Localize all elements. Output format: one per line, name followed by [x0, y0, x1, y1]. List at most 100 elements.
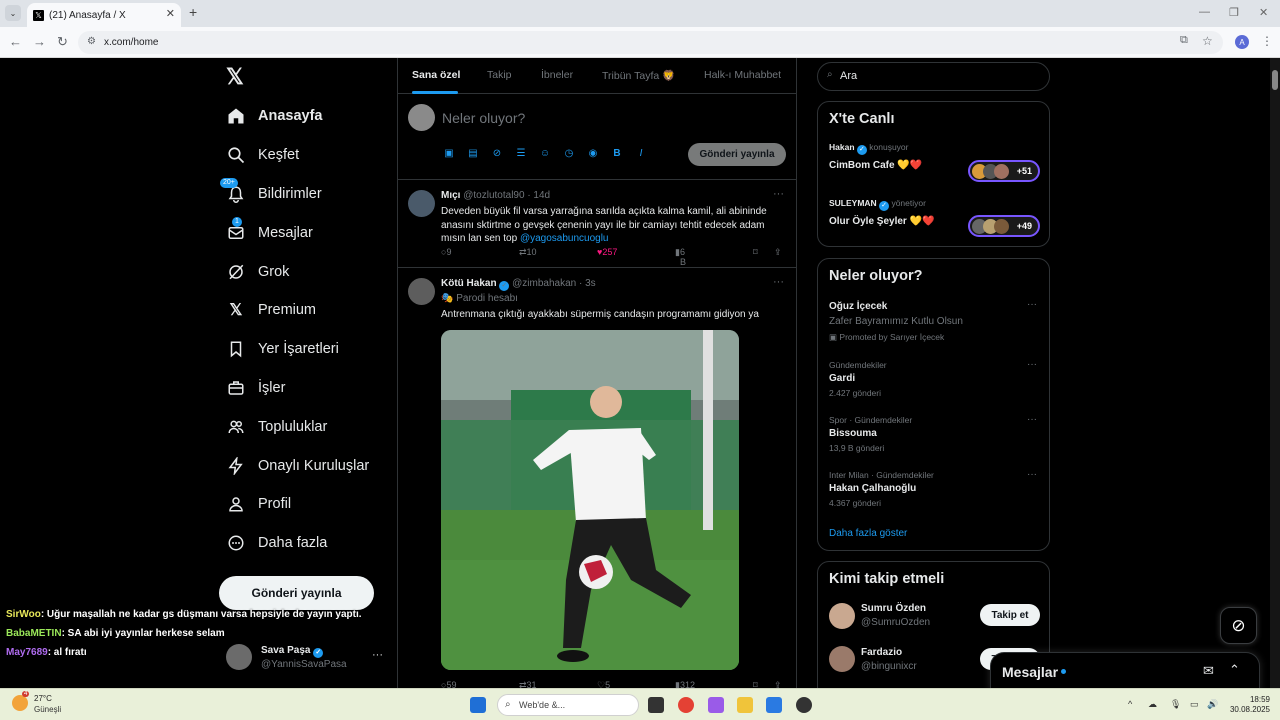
share-icon[interactable]: ⇪: [774, 247, 782, 258]
tweet-handle[interactable]: @zimbahakan: [512, 278, 576, 289]
emoji-icon[interactable]: ☺: [538, 148, 552, 159]
new-message-icon[interactable]: ✉: [1203, 663, 1214, 679]
show-more-link[interactable]: Daha fazla göster: [829, 528, 907, 539]
nav-item-bookmarks[interactable]: Yer İşaretleri: [226, 335, 339, 363]
nav-item-communities[interactable]: Topluluklar: [226, 413, 327, 441]
promoted-name[interactable]: Oğuz İçecek: [829, 301, 887, 312]
window-close-icon[interactable]: ✕: [1259, 6, 1268, 19]
compose-post-button[interactable]: Gönderi yayınla: [688, 143, 786, 166]
mention-link[interactable]: @yagosabuncuoglu: [520, 233, 609, 244]
image-icon[interactable]: ▣: [442, 148, 456, 159]
more-icon[interactable]: ···: [1027, 299, 1037, 310]
tweet-author[interactable]: Kötü Hakan: [441, 278, 497, 289]
reply-button[interactable]: ○ 9: [441, 247, 451, 257]
tab-for-you[interactable]: Sana özel: [412, 69, 460, 81]
url-bar[interactable]: ⚙ x.com/home: [78, 31, 1223, 54]
forward-icon[interactable]: →: [33, 34, 46, 49]
like-button[interactable]: ♥ 257: [597, 247, 617, 257]
share-icon[interactable]: ⇪: [774, 680, 782, 688]
schedule-icon[interactable]: ◷: [562, 148, 576, 159]
views-button[interactable]: ▮ 6 B: [675, 247, 686, 267]
tweet-handle[interactable]: @tozlutotal90: [463, 190, 524, 201]
bold-icon[interactable]: B: [610, 148, 624, 159]
account-switcher[interactable]: Sava Paşa ✓ @YannisSavaPasa ···: [226, 643, 386, 673]
site-settings-icon[interactable]: ⚙: [87, 36, 96, 47]
nav-item-messages[interactable]: 1 Mesajlar: [226, 217, 313, 247]
file-explorer-icon[interactable]: [737, 697, 753, 713]
live-space-title[interactable]: Olur Öyle Şeyler 💛❤️: [829, 216, 935, 227]
windows-start-icon[interactable]: [470, 697, 486, 713]
nav-item-notifications[interactable]: 20+ Bildirimler: [220, 178, 322, 208]
live-listeners-button[interactable]: +51: [968, 160, 1040, 182]
messages-drawer[interactable]: Mesajlar ✉ ⌃: [990, 652, 1260, 692]
compose-input[interactable]: Neler oluyor?: [442, 110, 525, 126]
avatar[interactable]: [829, 646, 855, 672]
store-icon[interactable]: [766, 697, 782, 713]
post-button[interactable]: Gönderi yayınla: [219, 576, 374, 610]
browser-profile-avatar[interactable]: A: [1235, 35, 1249, 49]
grok-fab-icon[interactable]: ⊘: [1220, 607, 1257, 644]
tweet-time[interactable]: · 3s: [579, 278, 596, 289]
volume-icon[interactable]: 🔊: [1207, 699, 1218, 710]
nav-item-explore[interactable]: Keşfet: [226, 141, 299, 169]
avatar[interactable]: [408, 278, 435, 305]
follow-button[interactable]: Takip et: [980, 604, 1040, 626]
poll-icon[interactable]: ☰: [514, 148, 528, 159]
browser-tab[interactable]: 𝕏 (21) Anasayfa / X ✕: [27, 3, 181, 27]
avatar[interactable]: [408, 190, 435, 217]
nav-item-verified-orgs[interactable]: Onaylı Kuruluşlar: [226, 452, 369, 480]
tray-chevron-icon[interactable]: ^: [1128, 699, 1132, 709]
like-button[interactable]: ♡ 5 B: [597, 680, 610, 688]
back-icon[interactable]: ←: [9, 34, 22, 49]
x-logo-icon[interactable]: 𝕏: [226, 64, 244, 90]
new-tab-icon[interactable]: +: [189, 4, 197, 20]
tab-search-chevron-icon[interactable]: ⌄: [5, 5, 21, 21]
nav-item-profile[interactable]: Profil: [226, 490, 291, 518]
more-icon[interactable]: ···: [372, 649, 383, 661]
location-icon[interactable]: ◉: [586, 148, 600, 159]
bookmark-icon[interactable]: ⌑: [753, 247, 758, 258]
restore-icon[interactable]: ❐: [1229, 6, 1239, 19]
taskbar-search[interactable]: ⌕ Web'de &...: [497, 694, 639, 716]
suggestion-name[interactable]: Fardazio: [861, 647, 902, 658]
more-icon[interactable]: ···: [1027, 469, 1037, 480]
tab-list-tribun-tayfa[interactable]: Tribün Tayfa 🦁: [602, 69, 675, 82]
gif-icon[interactable]: ▤: [466, 148, 480, 159]
close-tab-icon[interactable]: ✕: [166, 7, 175, 20]
search-input[interactable]: ⌕ Ara: [817, 62, 1050, 91]
onedrive-icon[interactable]: ☁: [1148, 699, 1157, 710]
chrome-icon[interactable]: [678, 697, 694, 713]
expand-icon[interactable]: ⌃: [1229, 662, 1240, 678]
install-app-icon[interactable]: ⧉: [1180, 34, 1188, 47]
nav-item-grok[interactable]: Grok: [226, 258, 289, 286]
avatar[interactable]: [829, 603, 855, 629]
tab-list-halk-i-muhabbet[interactable]: Halk-ı Muhabbet: [704, 69, 781, 81]
views-button[interactable]: ▮ 312 B: [675, 680, 695, 688]
nav-item-premium[interactable]: 𝕏 Premium: [226, 296, 316, 324]
live-listeners-button[interactable]: +49: [968, 215, 1040, 237]
minimize-icon[interactable]: —: [1199, 6, 1210, 18]
suggestion-name[interactable]: Sumru Özden: [861, 603, 926, 614]
repost-button[interactable]: ⇄ 31: [519, 680, 537, 688]
nav-item-home[interactable]: Anasayfa: [226, 102, 322, 130]
more-icon[interactable]: ···: [1027, 414, 1037, 425]
tweet-author[interactable]: Mıçı: [441, 190, 460, 201]
copilot-icon[interactable]: [708, 697, 724, 713]
more-icon[interactable]: ···: [773, 188, 784, 200]
scrollbar-thumb[interactable]: [1272, 70, 1278, 90]
tab-following[interactable]: Takip: [487, 69, 512, 81]
bookmark-star-icon[interactable]: ☆: [1202, 34, 1213, 48]
app-icon[interactable]: [796, 697, 812, 713]
italic-icon[interactable]: I: [634, 148, 648, 159]
reload-icon[interactable]: ↻: [57, 34, 68, 50]
nav-item-jobs[interactable]: İşler: [226, 374, 285, 402]
tab-list-ibneler[interactable]: İbneler: [541, 69, 573, 81]
browser-menu-icon[interactable]: ⋮: [1261, 34, 1273, 48]
page-scrollbar[interactable]: [1270, 58, 1280, 688]
repost-button[interactable]: ⇄ 10: [519, 247, 537, 258]
trend-name[interactable]: Bissouma: [829, 428, 877, 439]
tweet[interactable]: Kötü Hakan ✓ @zimbahakan · 3s ··· 🎭 Paro…: [398, 268, 796, 688]
live-space-title[interactable]: CimBom Cafe 💛❤️: [829, 160, 922, 171]
task-view-icon[interactable]: [648, 697, 664, 713]
tweet-time[interactable]: · 14d: [527, 190, 550, 201]
